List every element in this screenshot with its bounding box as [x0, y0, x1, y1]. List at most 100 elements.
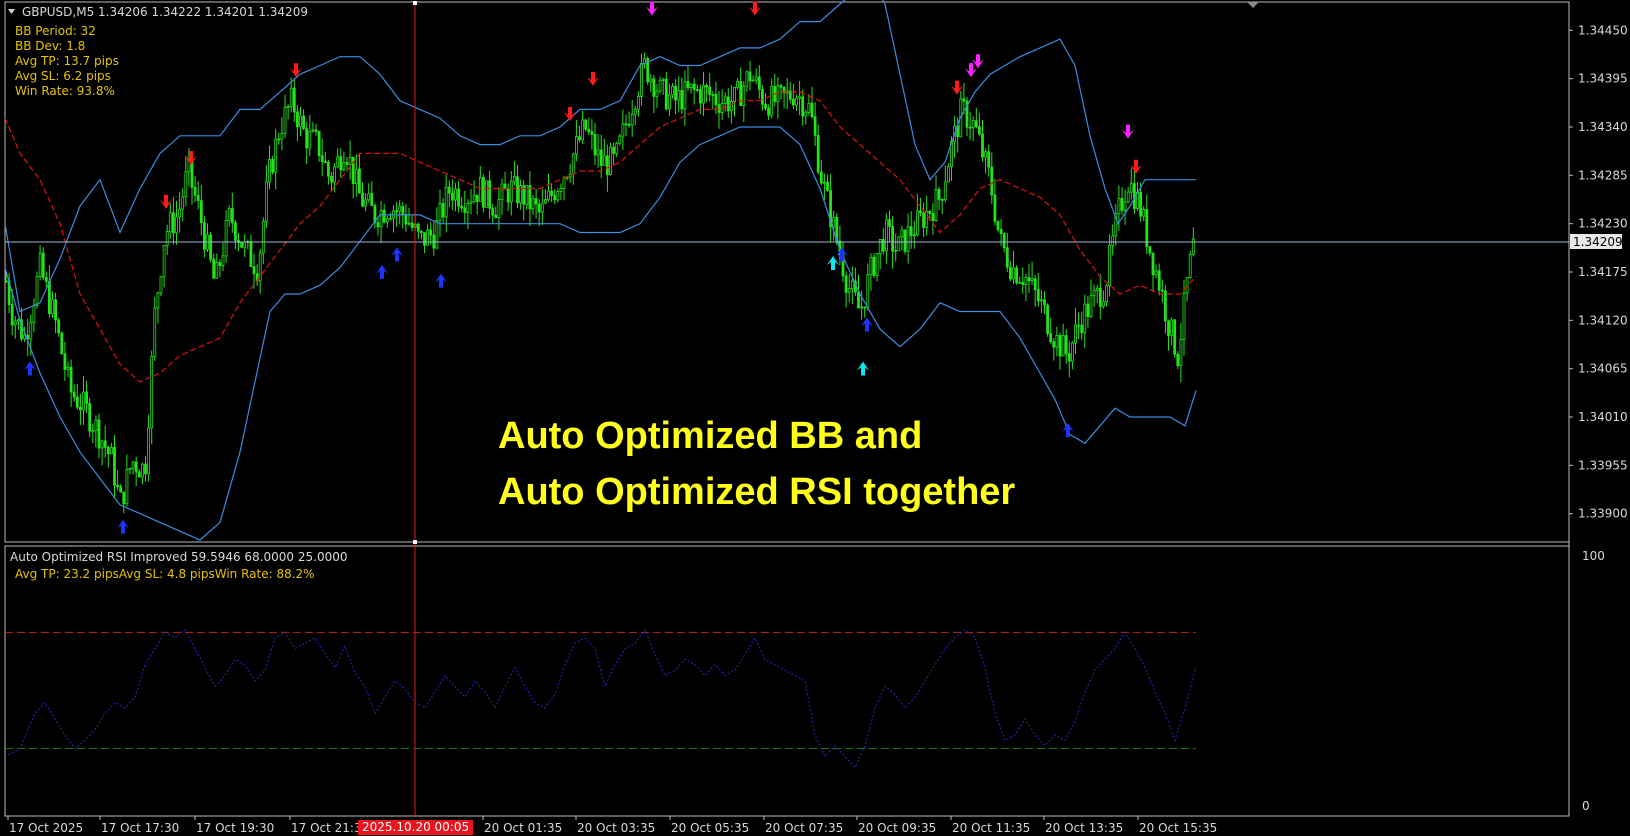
rsi-stats: Avg TP: 23.2 pipsAvg SL: 4.8 pipsWin Rat… [15, 567, 315, 581]
candle-body [990, 166, 994, 196]
candle-body [850, 280, 854, 289]
candle-body [202, 222, 206, 250]
candle-body [754, 76, 758, 81]
candle-body [943, 181, 947, 201]
candle-body [314, 129, 318, 132]
candle-body [162, 245, 166, 278]
candle-body [1111, 235, 1115, 246]
candle-body [540, 202, 544, 213]
candle-body [928, 211, 932, 214]
candle-body [1148, 246, 1152, 254]
candle-body [491, 207, 495, 216]
time-tick-label: 17 Oct 19:30 [196, 821, 274, 835]
candle-body [85, 391, 88, 404]
rsi-scale-bottom: 0 [1582, 799, 1590, 813]
candle-body [333, 166, 337, 183]
candle-body [531, 198, 535, 210]
candle-body [395, 210, 399, 213]
candle-body [934, 189, 938, 222]
candle-body [1095, 287, 1099, 291]
candle-body [813, 116, 817, 136]
candle-body [860, 306, 863, 309]
candle-body [156, 292, 160, 309]
sell-arrow-icon [965, 63, 977, 78]
rsi-subwindow[interactable] [4, 545, 1570, 817]
candle-body [277, 138, 281, 141]
candle-body [1018, 281, 1022, 284]
candle-body [962, 98, 966, 102]
candle-body [63, 353, 67, 370]
candle-body [57, 319, 61, 334]
candle-body [500, 183, 504, 200]
candle-body [144, 463, 147, 475]
candle-body [633, 108, 637, 115]
candle-body [227, 208, 231, 222]
candle-body [717, 104, 721, 113]
candle-body [364, 199, 368, 207]
candle-body [410, 222, 414, 228]
candle-body [900, 229, 904, 238]
candle-body [757, 76, 761, 90]
candle-body [215, 262, 219, 279]
candle-body [1123, 201, 1127, 211]
candle-body [209, 234, 213, 260]
candle-body [261, 220, 265, 254]
candle-body [866, 274, 870, 308]
candle-body [974, 120, 978, 128]
candle-body [441, 203, 445, 218]
candle-body [475, 194, 479, 202]
candle-body [804, 111, 808, 117]
buy-arrow-icon [435, 273, 447, 288]
candle-body [826, 181, 829, 191]
candle-body [243, 241, 247, 248]
candle-body [32, 305, 36, 323]
price-tick-label: 1.34010 [1578, 410, 1628, 424]
candle-body [134, 461, 138, 473]
candle-body [1083, 303, 1087, 334]
candle-body [544, 199, 547, 204]
candle-body [1033, 278, 1037, 291]
candle-body [165, 230, 169, 247]
time-tick-label: 17 Oct 17:30 [101, 821, 179, 835]
price-tick-label: 1.34175 [1578, 265, 1628, 279]
bb-info-panel: BB Period: 32 BB Dev: 1.8 Avg TP: 13.7 p… [15, 24, 119, 98]
candle-body [1120, 197, 1124, 211]
candle-body [69, 366, 73, 393]
candle-body [947, 166, 950, 183]
candle-body [925, 211, 929, 228]
candle-body [1105, 285, 1108, 303]
candle-body [94, 419, 98, 432]
candle-body [379, 209, 383, 228]
sell-arrow-icon [972, 54, 984, 69]
sell-arrow-icon [587, 71, 599, 86]
candle-body [1185, 277, 1189, 294]
candle-body [547, 190, 550, 201]
chart-shift-marker[interactable] [1247, 2, 1259, 8]
candle-body [764, 103, 767, 109]
candle-body [891, 226, 894, 252]
dropdown-icon[interactable] [8, 9, 15, 14]
candle-body [426, 229, 430, 246]
crosshair-marker-top [413, 1, 417, 5]
candle-body [1164, 290, 1167, 322]
candle-body [199, 200, 203, 224]
candle-body [869, 256, 873, 276]
promo-banner: Auto Optimized BB and Auto Optimized RSI… [498, 408, 1015, 520]
candle-body [751, 79, 755, 82]
candle-body [317, 130, 321, 157]
candle-body [881, 238, 885, 252]
candle-body [909, 226, 913, 237]
candle-body [584, 119, 588, 130]
candle-body [1061, 335, 1065, 357]
candle-body [150, 355, 154, 429]
candle-body [82, 391, 85, 411]
buy-arrow-icon [1062, 422, 1074, 437]
banner-line: Auto Optimized BB and [498, 415, 923, 457]
candle-body [1009, 266, 1012, 280]
candle-body [509, 180, 513, 203]
candle-body [330, 175, 333, 183]
candle-body [1086, 303, 1090, 317]
candle-body [1142, 209, 1146, 217]
candle-body [1030, 278, 1034, 282]
candle-body [283, 106, 287, 134]
